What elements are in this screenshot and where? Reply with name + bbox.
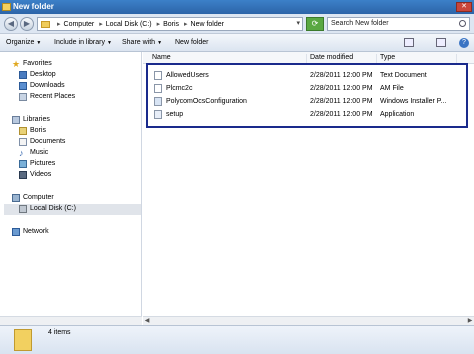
details-pane: 4 items (0, 325, 474, 354)
title-bar: New folder ✕ (0, 0, 474, 14)
folder-icon (41, 21, 50, 28)
sidebar-item-label: Network (23, 228, 49, 235)
breadcrumb-new-folder[interactable]: New folder (191, 21, 224, 28)
preview-pane-icon[interactable] (436, 38, 446, 47)
close-button[interactable]: ✕ (456, 2, 472, 12)
selection-highlight-box (146, 63, 468, 128)
libraries-icon (12, 116, 20, 124)
downloads-icon (19, 82, 27, 90)
sidebar-item-label: Desktop (30, 71, 56, 78)
chevron-down-icon: ▼ (157, 40, 163, 46)
sidebar-item-label: Computer (23, 194, 54, 201)
address-bar: ◀ ▶ ▸ Computer ▸ Local Disk (C:) ▸ Boris ▸ N… (0, 14, 474, 34)
organize-button[interactable]: Organize ▼ (6, 39, 41, 46)
documents-icon (19, 138, 27, 146)
search-icon (459, 20, 466, 27)
new-folder-label: New folder (175, 39, 209, 46)
folder-icon (2, 3, 11, 11)
sidebar-item-label: Documents (30, 138, 66, 145)
help-icon[interactable]: ? (459, 38, 469, 48)
star-icon: ★ (12, 59, 21, 69)
breadcrumb-computer[interactable]: Computer (64, 21, 95, 28)
chevron-down-icon: ▼ (106, 40, 112, 46)
address-field[interactable]: ▸ Computer ▸ Local Disk (C:) ▸ Boris ▸ New f… (37, 17, 303, 31)
sidebar-item-label: Pictures (30, 160, 56, 167)
chevron-down-icon[interactable]: ▾ (296, 19, 300, 27)
new-folder-button[interactable]: New folder (175, 39, 208, 46)
item-count: 4 items (48, 329, 71, 336)
organize-label: Organize (6, 39, 35, 46)
sidebar-item-label: Recent Places (30, 93, 76, 100)
include-in-library-button[interactable]: Include in library ▼ (54, 39, 112, 46)
share-label: Share with (122, 39, 156, 46)
sidebar-item-label: Libraries (23, 116, 50, 123)
sidebar-item-label: Local Disk (C:) (30, 205, 76, 212)
sidebar-item-label: Downloads (30, 82, 65, 89)
search-input[interactable]: Search New folder (327, 17, 470, 31)
network-icon (12, 228, 20, 236)
computer-icon (12, 194, 20, 202)
desktop-icon (19, 71, 27, 79)
scroll-left-icon[interactable]: ◀ (143, 317, 151, 325)
forward-button[interactable]: ▶ (20, 17, 34, 31)
breadcrumb-local-disk[interactable]: Local Disk (C:) (106, 21, 152, 28)
sidebar-item-local-disk[interactable]: Local Disk (C:) (4, 204, 141, 215)
sidebar-scrollbar[interactable] (0, 316, 142, 325)
chevron-down-icon: ▼ (36, 40, 42, 46)
refresh-button[interactable]: ⟳ (306, 17, 324, 31)
sidebar-item-label: Music (30, 149, 49, 156)
scroll-right-icon[interactable]: ▶ (466, 317, 474, 325)
breadcrumb: ▸ Computer ▸ Local Disk (C:) ▸ Boris ▸ New f… (57, 21, 224, 28)
sidebar-item-label: Favorites (23, 60, 52, 67)
horizontal-scrollbar[interactable]: ◀ ▶ (143, 316, 474, 325)
pictures-icon (19, 160, 27, 168)
back-button[interactable]: ◀ (4, 17, 18, 31)
recent-places-icon (19, 93, 27, 101)
folder-icon (14, 329, 32, 351)
search-placeholder: Search New folder (331, 20, 389, 27)
window-title: New folder (13, 2, 54, 11)
music-icon: ♪ (19, 148, 24, 158)
drive-icon (19, 205, 27, 213)
view-options-icon[interactable] (404, 38, 414, 47)
library-folder-icon (19, 127, 27, 135)
include-label: Include in library (54, 39, 105, 46)
sidebar-item-label: Videos (30, 171, 52, 178)
sidebar-item-label: Boris (30, 127, 46, 134)
breadcrumb-boris[interactable]: Boris (163, 21, 179, 28)
command-bar: Organize ▼ Include in library ▼ Share with… (0, 34, 474, 52)
navigation-pane: ★ Favorites Desktop Downloads Recent Pla… (0, 52, 142, 316)
videos-icon (19, 171, 27, 179)
share-with-button[interactable]: Share with ▼ (122, 39, 162, 46)
